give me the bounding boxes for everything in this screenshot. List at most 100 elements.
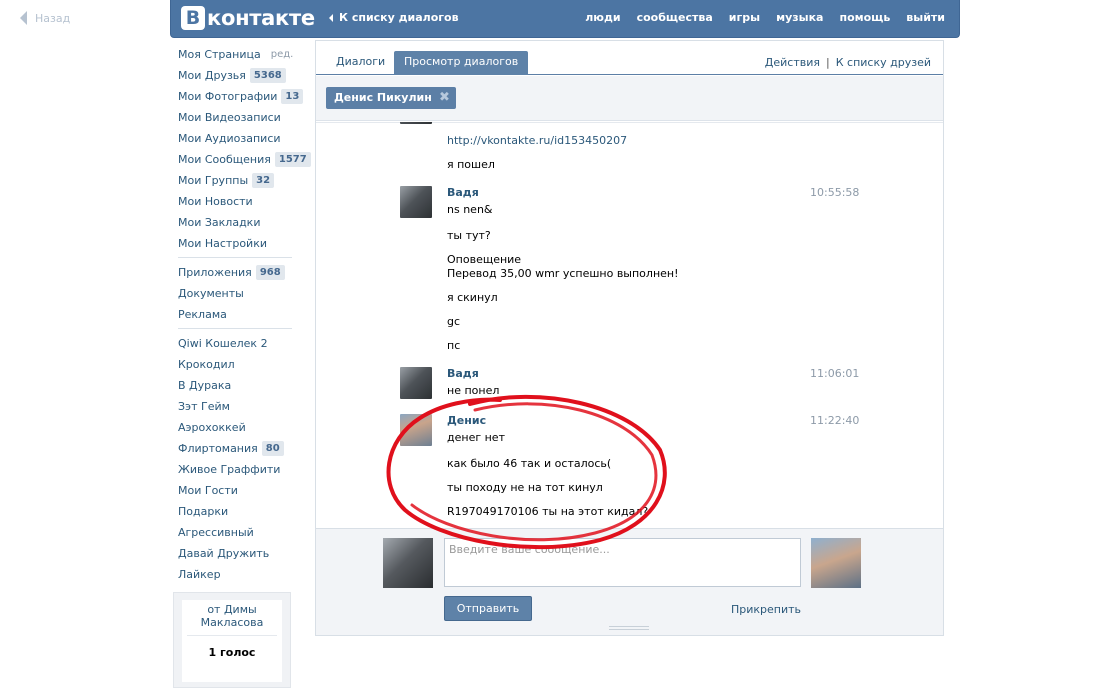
nav-help[interactable]: помощь <box>839 11 890 24</box>
sidebar-item-label: Мои Друзья <box>178 68 246 82</box>
vote-promo: от Димы Макласова 1 голос <box>173 592 291 688</box>
sidebar-item[interactable]: Флиртомания 80 <box>178 438 298 459</box>
sidebar-item[interactable]: Мои Сообщения 1577 <box>178 149 311 170</box>
sidebar-item[interactable]: Давай Дружить <box>178 543 298 564</box>
sidebar-item[interactable]: Аэрохоккей <box>178 417 298 438</box>
vote-promo-card: от Димы Макласова 1 голос <box>182 600 282 682</box>
tab-view-dialogs[interactable]: Просмотр диалогов <box>394 51 529 75</box>
vote-promo-from[interactable]: от Димы Макласова <box>182 600 282 629</box>
count-badge[interactable]: 32 <box>252 173 275 188</box>
tab-dialogs[interactable]: Диалоги <box>336 51 385 75</box>
sidebar-item[interactable]: Зэт Гейм <box>178 396 298 417</box>
sidebar-item-label: Мои Гости <box>178 483 238 497</box>
message-author[interactable]: Вадя <box>447 186 479 199</box>
nav-people[interactable]: люди <box>585 11 620 24</box>
sidebar-item[interactable]: Мои Новости <box>178 191 298 212</box>
send-button[interactable]: Отправить <box>444 596 532 621</box>
vk-logo[interactable]: B контакте <box>181 6 315 30</box>
avatar[interactable] <box>400 414 432 446</box>
sidebar-item[interactable]: Мои Закладки <box>178 212 298 233</box>
sidebar-item[interactable]: Крокодил <box>178 354 298 375</box>
sidebar-item[interactable]: Приложения 968 <box>178 262 298 283</box>
message-text: пс <box>447 339 461 352</box>
message-link[interactable]: http://vkontakte.ru/id153450207 <box>447 134 627 147</box>
message-author[interactable]: Денис <box>447 414 486 427</box>
resize-grip[interactable] <box>609 626 649 630</box>
to-friends-link[interactable]: К списку друзей <box>836 56 931 69</box>
sidebar-item[interactable]: Мои Аудиозаписи <box>178 128 298 149</box>
sidebar-item[interactable]: Мои Гости <box>178 480 298 501</box>
peer-avatar[interactable] <box>811 538 861 588</box>
sidebar-item-label: Давай Дружить <box>178 546 270 560</box>
count-badge[interactable]: 13 <box>281 89 304 104</box>
sidebar-item[interactable]: Мои Фотографии 13 <box>178 86 304 107</box>
message-text: Оповещение <box>447 253 522 266</box>
back-arrow-icon <box>20 11 27 25</box>
message-time: 11:06:01 <box>810 367 860 380</box>
sidebar-item-label: Мои Видеозаписи <box>178 110 281 124</box>
nav-communities[interactable]: сообщества <box>637 11 713 24</box>
attach-link[interactable]: Прикрепить <box>731 603 801 616</box>
sidebar-item[interactable]: В Дурака <box>178 375 298 396</box>
my-avatar[interactable] <box>383 538 433 588</box>
sidebar-item[interactable]: Документы <box>178 283 298 304</box>
sidebar-item-label: Живое Граффити <box>178 462 281 476</box>
count-badge[interactable]: 5368 <box>249 68 286 83</box>
message-text: gc <box>447 315 461 328</box>
sidebar-item-label: Мои Новости <box>178 194 253 208</box>
message-text: Перевод 35,00 wmr успешно выполнен! <box>447 267 679 280</box>
message-text: ты походу не на тот кинул <box>447 481 603 494</box>
left-arrow-icon <box>329 13 333 22</box>
back-link[interactable]: Назад <box>20 11 70 25</box>
sidebar-item[interactable]: Лайкер <box>178 564 298 585</box>
promo-divider <box>187 635 277 636</box>
sidebar-item[interactable]: Мои Настройки <box>178 233 298 254</box>
sidebar-item-label: Мои Сообщения <box>178 152 271 166</box>
back-to-dialogs-link[interactable]: К списку диалогов <box>329 11 459 24</box>
sidebar-item-label: Крокодил <box>178 357 235 371</box>
sidebar-item-label: Моя Страница <box>178 47 261 61</box>
sidebar-item[interactable]: Живое Граффити <box>178 459 298 480</box>
compose-area: Отправить Прикрепить <box>316 528 943 635</box>
sidebar-divider <box>178 328 292 329</box>
count-badge[interactable]: 968 <box>255 265 285 280</box>
avatar[interactable] <box>400 367 432 399</box>
close-icon[interactable]: ✖ <box>439 87 450 109</box>
sidebar-item[interactable]: Qiwi Кошелек 2 <box>178 333 298 354</box>
sidebar-item-label: Мои Фотографии <box>178 89 278 103</box>
filter-chip-person[interactable]: Денис Пикулин ✖ <box>326 87 456 109</box>
sidebar-item[interactable]: Реклама <box>178 304 298 325</box>
sidebar-item-label: Мои Настройки <box>178 236 267 250</box>
sidebar-item[interactable]: Мои Видеозаписи <box>178 107 298 128</box>
count-badge[interactable]: 80 <box>261 441 284 456</box>
nav-logout[interactable]: выйти <box>906 11 945 24</box>
message-author[interactable]: Вадя <box>447 367 479 380</box>
sidebar-item-my-page[interactable]: Моя Страница ред. <box>178 44 298 65</box>
message-text: не понел <box>447 384 500 397</box>
vk-logo-text: контакте <box>207 6 315 30</box>
avatar[interactable] <box>400 186 432 218</box>
sidebar-item-label: В Дурака <box>178 378 232 392</box>
message-text: денег нет <box>447 431 505 444</box>
count-badge[interactable]: 1577 <box>274 152 311 167</box>
message-time: 11:22:40 <box>810 414 860 427</box>
message-text: ты тут? <box>447 229 491 242</box>
sidebar-item-label: Агрессивный <box>178 525 254 539</box>
sidebar-item-label: Мои Аудиозаписи <box>178 131 281 145</box>
top-header: B контакте К списку диалогов люди сообще… <box>170 0 960 38</box>
actions-link[interactable]: Действия <box>765 56 820 69</box>
sidebar-item[interactable]: Мои Группы 32 <box>178 170 298 191</box>
sidebar-item[interactable]: Мои Друзья 5368 <box>178 65 298 86</box>
separator: | <box>826 56 830 69</box>
nav-games[interactable]: игры <box>729 11 760 24</box>
message-input[interactable] <box>444 538 801 587</box>
sidebar-item[interactable]: Агрессивный <box>178 522 298 543</box>
message-history[interactable]: http://vkontakte.ru/id153450207 я пошел … <box>316 122 943 527</box>
sidebar-item[interactable]: Подарки <box>178 501 298 522</box>
avatar[interactable] <box>400 122 432 124</box>
nav-music[interactable]: музыка <box>776 11 823 24</box>
top-nav: люди сообщества игры музыка помощь выйти <box>585 11 945 24</box>
vote-count: 1 голос <box>208 646 256 659</box>
filter-chip-label: Денис Пикулин <box>334 91 432 104</box>
edit-link[interactable]: ред. <box>271 45 294 65</box>
